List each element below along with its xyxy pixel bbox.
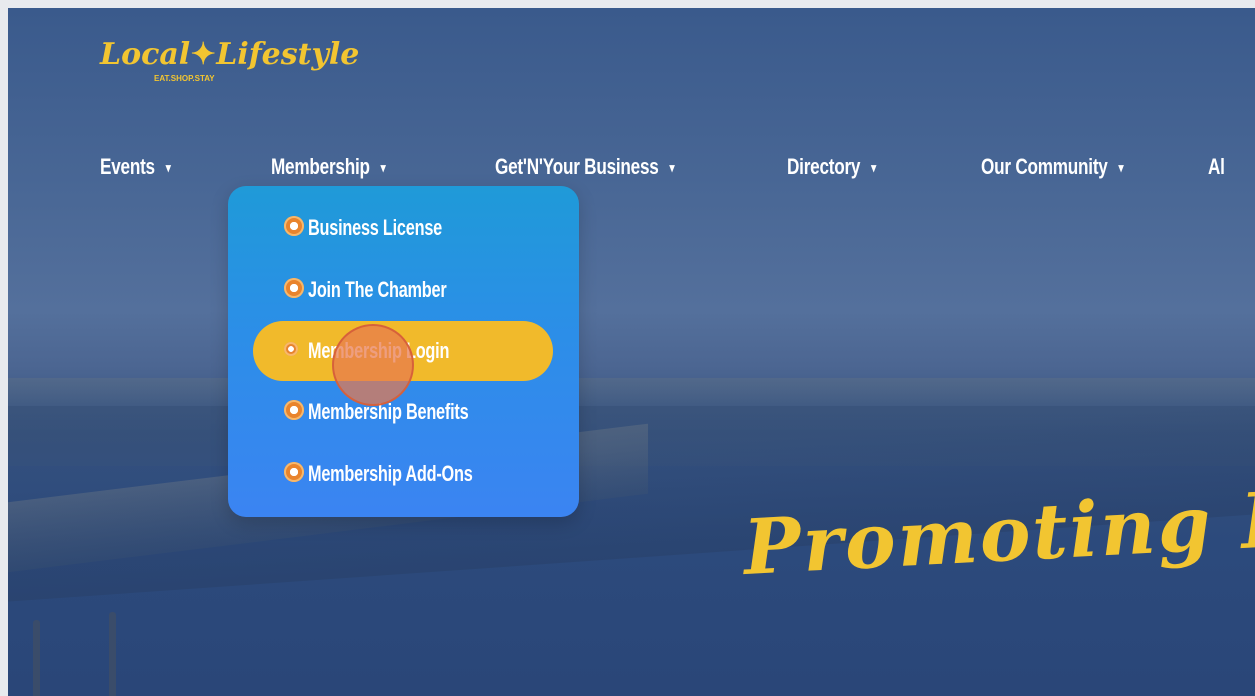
nav-item-about[interactable]: Al (1208, 148, 1225, 188)
click-indicator (332, 324, 414, 406)
compass-icon (284, 342, 298, 356)
site-logo[interactable]: Local✦Lifestyle EAT.SHOP.STAY (100, 37, 360, 84)
dock-post (109, 612, 116, 696)
nav-item-our-community[interactable]: Our Community ▾ (981, 148, 1124, 188)
menu-item-membership-benefits[interactable]: Membership Benefits (228, 392, 579, 432)
compass-icon (284, 278, 304, 298)
menu-item-membership-add-ons[interactable]: Membership Add-Ons (228, 454, 579, 494)
nav-item-membership[interactable]: Membership ▾ (271, 148, 386, 188)
hero-section: Local✦Lifestyle EAT.SHOP.STAY Events ▾ Me… (8, 8, 1255, 696)
chevron-down-icon: ▾ (669, 160, 675, 176)
chevron-down-icon: ▾ (1118, 160, 1124, 176)
dock-post (33, 620, 40, 696)
main-nav: Events ▾ Membership ▾ Get'N'Your Business ▾… (8, 148, 1255, 188)
compass-icon (284, 462, 304, 482)
horizon-band (8, 378, 1255, 406)
nav-item-label: Membership (271, 154, 370, 179)
menu-item-business-license[interactable]: Business License (228, 208, 579, 248)
menu-item-label: Join The Chamber (308, 277, 447, 302)
menu-item-join-the-chamber[interactable]: Join The Chamber (228, 270, 579, 310)
nav-item-label: Al (1208, 154, 1225, 179)
nav-item-label: Directory (787, 154, 861, 179)
compass-icon (284, 216, 304, 236)
nav-item-directory[interactable]: Directory ▾ (787, 148, 876, 188)
menu-item-label: Membership Add-Ons (308, 461, 473, 486)
logo-text-right: Lifestyle (216, 37, 360, 72)
chevron-down-icon: ▾ (165, 160, 171, 176)
compass-star-icon: ✦ (190, 37, 216, 72)
chevron-down-icon: ▾ (380, 160, 386, 176)
nav-item-events[interactable]: Events ▾ (100, 148, 171, 188)
menu-item-label: Business License (308, 215, 442, 240)
nav-item-get-n-your-business[interactable]: Get'N'Your Business ▾ (495, 148, 675, 188)
logo-text-left: Local (100, 37, 191, 72)
nav-item-label: Get'N'Your Business (495, 154, 659, 179)
nav-item-label: Our Community (981, 154, 1108, 179)
nav-item-label: Events (100, 154, 155, 179)
compass-icon (284, 400, 304, 420)
chevron-down-icon: ▾ (871, 160, 877, 176)
logo-tagline: EAT.SHOP.STAY (154, 74, 215, 83)
